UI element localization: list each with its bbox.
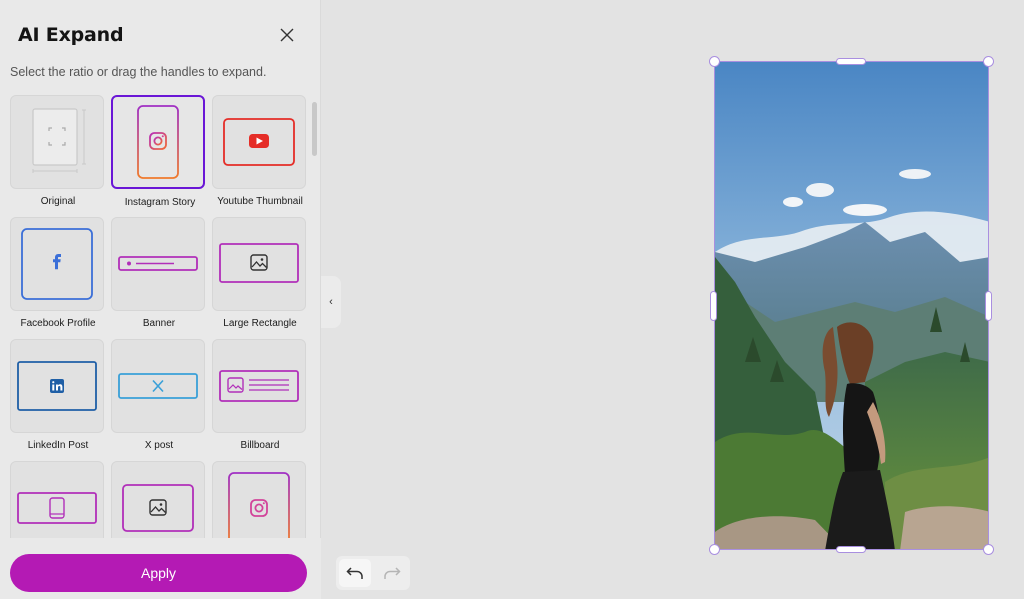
image-icon [122,484,194,532]
apply-button[interactable]: Apply [10,554,307,592]
panel-subtitle: Select the ratio or drag the handles to … [10,65,267,79]
undo-button[interactable] [338,559,371,587]
preset-label: X post [144,440,174,451]
resize-handle-top-right[interactable] [983,56,994,67]
preset-youtube-thumbnail[interactable]: Youtube Thumbnail [212,95,306,207]
preset-grid: Original Instagram Story Youtube Thumbna… [10,95,310,538]
preset-label: Instagram Story [124,197,196,208]
preset-billboard[interactable]: Billboard [212,339,306,451]
resize-handle-left[interactable] [710,291,717,321]
undo-icon [345,567,363,579]
resize-handle-bottom-left[interactable] [709,544,720,555]
instagram-icon [137,105,179,179]
phone-landscape-icon [17,492,97,524]
preset-phone-landscape[interactable] [10,461,104,538]
preset-facebook-profile[interactable]: Facebook Profile [10,217,104,329]
chevron-left-icon: ‹ [329,296,333,308]
redo-button[interactable] [376,559,408,587]
preset-label: Youtube Thumbnail [217,196,303,207]
linkedin-icon [17,361,97,411]
preset-label: Billboard [240,440,280,451]
preset-label: Banner [142,318,176,329]
preset-instagram-story[interactable]: Instagram Story [111,95,205,208]
resize-handle-top-left[interactable] [709,56,720,67]
preset-label: Large Rectangle [223,318,297,329]
resize-handle-top[interactable] [836,58,866,65]
preset-linkedin-post[interactable]: LinkedIn Post [10,339,104,451]
preset-banner[interactable]: Banner [111,217,205,329]
ai-expand-panel: AI Expand Select the ratio or drag the h… [0,0,321,599]
preset-label: Original [40,196,76,207]
banner-icon [118,256,198,271]
close-button[interactable] [276,24,298,46]
preset-image-square[interactable] [111,461,205,538]
facebook-icon [21,228,93,300]
canvas-image[interactable] [714,61,989,550]
preset-large-rectangle[interactable]: Large Rectangle [212,217,306,329]
x-icon [118,373,198,399]
mountain-woman-photo [715,62,988,549]
preset-instagram-post[interactable] [212,461,306,538]
redo-icon [383,567,401,579]
preset-original[interactable]: Original [10,95,104,207]
image-icon [219,243,299,283]
resize-handle-bottom[interactable] [836,546,866,553]
panel-title: AI Expand [18,24,124,46]
preset-x-post[interactable]: X post [111,339,205,451]
close-icon [280,28,294,42]
original-frame-icon [32,108,86,173]
preset-grid-viewport[interactable]: Original Instagram Story Youtube Thumbna… [0,92,321,538]
resize-handle-right[interactable] [985,291,992,321]
history-controls [336,556,410,590]
youtube-icon [223,118,295,166]
preset-label: Facebook Profile [20,318,96,329]
instagram-icon [228,472,290,538]
billboard-icon [219,370,299,402]
collapse-panel-button[interactable]: ‹ [321,276,341,328]
resize-handle-bottom-right[interactable] [983,544,994,555]
preset-label: LinkedIn Post [27,440,89,451]
preset-scrollbar[interactable] [312,102,317,156]
